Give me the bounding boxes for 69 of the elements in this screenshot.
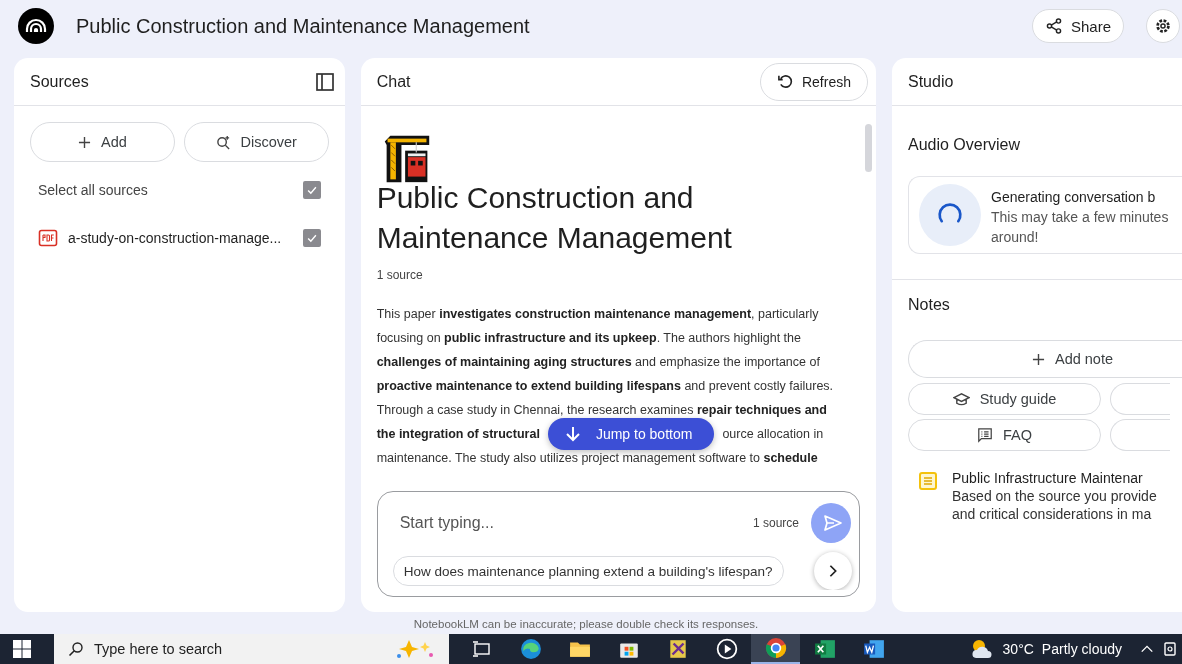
summary-text: This paper investigates construction maintenance management, particularly [376,307,819,321]
panel-title: Sources [30,72,89,91]
select-all-label: Select all sources [38,182,148,198]
taskbar-app[interactable] [751,634,800,664]
sidebar-toggle-icon[interactable] [314,71,335,92]
device-icon[interactable] [1162,641,1178,657]
summary-text: challenges of maintaining aging structures and emphasize the importance of [376,355,820,369]
sparkle-icon [395,638,435,660]
logo-icon[interactable] [18,8,54,44]
add-note-button[interactable]: Add note [908,340,1182,378]
temperature-text: 30°C [1002,641,1034,657]
pdf-icon [38,228,58,248]
plus-icon [78,135,91,149]
document-icon [862,638,885,660]
note-title[interactable]: Public Infrastructure Maintenar [952,469,1157,487]
task-view-icon [471,639,492,659]
study-guide-button[interactable]: Study guide [908,383,1101,415]
settings-icon [1154,17,1172,35]
section-heading: Notes [908,296,951,315]
weather-text: Partly cloudy [1041,641,1122,657]
browser-icon [519,638,542,660]
jump-to-bottom-button[interactable]: Jump to bottom [547,418,715,450]
send-icon [822,513,843,533]
note-preview: and critical considerations in ma [952,505,1153,523]
notebook-heading: Public Construction and Maintenance Management [376,180,733,256]
summary-text: proactive maintenance to extend building lifespans and prevent costly failures. [376,379,834,393]
refresh-icon [776,73,794,90]
note-icon [918,471,938,491]
summary-text: the integration of structural [376,427,540,441]
summary-text: focusing on public infrastructure and its upkeep. The authors highlight the [376,331,801,345]
arrow-down-icon [563,425,582,443]
status-text: around! [991,228,1040,247]
summary-text: maintenance. The study also utilizes project management software to schedule [376,451,818,465]
notebook-title[interactable]: Public Construction and Maintenance Management [76,14,530,38]
panel-title: Chat [376,72,411,91]
source-item[interactable]: a-study-on-construction-manage... [68,230,293,246]
discover-button[interactable]: Discover [183,122,329,162]
panel-title: Studio [908,72,954,91]
faq-button[interactable]: FAQ [908,419,1101,451]
summary-text: Through a case study in Chennai, the research examines repair techniques and [376,403,827,417]
share-button[interactable]: Share [1031,9,1124,43]
search-sparkle-icon [215,134,231,150]
search-icon [68,641,84,657]
settings-button[interactable] [1146,9,1180,43]
section-heading: Audio Overview [908,136,1022,155]
source-count: 1 source [376,268,424,282]
share-icon [1044,17,1063,35]
status-text: This may take a few minutes [991,208,1169,227]
plus-icon [1031,352,1045,366]
refresh-button[interactable]: Refresh [759,62,868,101]
media-player-icon [715,638,738,660]
chrome-icon [764,637,787,659]
summary-text: ource allocation in [722,427,824,441]
source-count: 1 source [752,516,799,530]
scrollbar-thumb[interactable] [865,124,872,172]
graduation-cap-icon [952,391,970,407]
spreadsheet-icon [813,638,836,660]
status-title: Generating conversation b [991,188,1157,207]
note-preview: Based on the source you provide [952,487,1157,505]
add-source-button[interactable]: Add [30,122,175,162]
checkbox[interactable] [302,181,321,199]
checkbox[interactable] [302,229,321,247]
windows-start-icon[interactable] [13,640,31,658]
faq-icon [977,427,993,443]
suggestion-chip[interactable]: How does maintenance planning extend a building's lifespan? [392,556,784,586]
loading-spinner-icon [919,184,981,246]
disclaimer-text: NotebookLM can be inaccurate; please double check its responses. [412,617,760,632]
taskbar-search-field[interactable]: Type here to search [54,634,449,664]
chat-input-field[interactable]: Start typing... [399,514,741,532]
